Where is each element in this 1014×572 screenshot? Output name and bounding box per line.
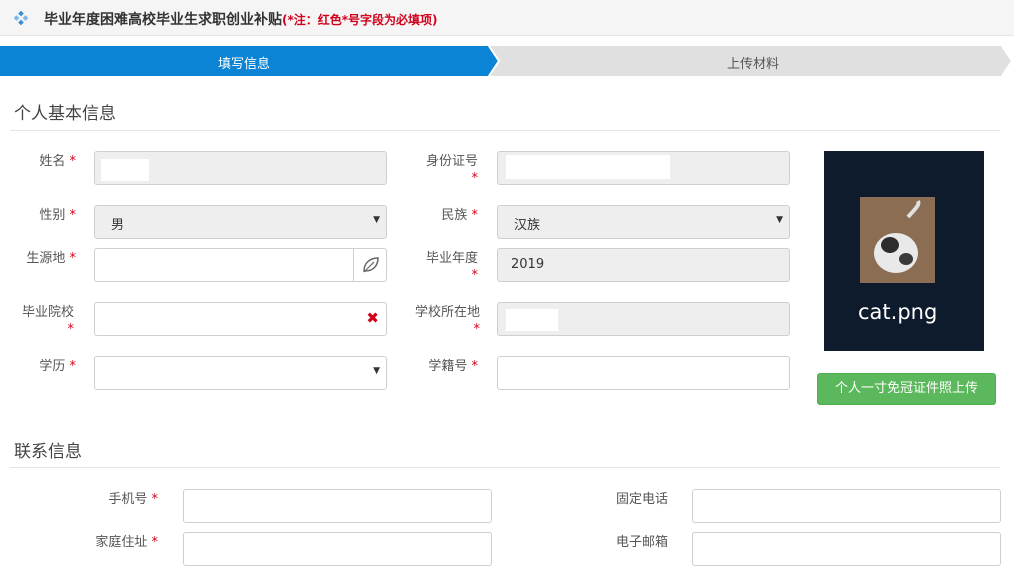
cat-image bbox=[860, 197, 935, 283]
step-progress: 填写信息 上传材料 bbox=[0, 46, 1014, 76]
education-label: 学历 * bbox=[39, 359, 76, 374]
redacted-value bbox=[101, 159, 149, 181]
id-number-label: 身份证号 * bbox=[425, 154, 478, 186]
student-no-label: 学籍号 * bbox=[428, 359, 478, 374]
phone-label: 固定电话 bbox=[615, 492, 668, 507]
address-field[interactable] bbox=[183, 532, 492, 566]
section-contact-title: 联系信息 bbox=[14, 442, 82, 462]
photo-filename: cat.png bbox=[858, 300, 938, 324]
email-field[interactable] bbox=[692, 532, 1001, 566]
grad-year-label: 毕业年度 * bbox=[425, 251, 478, 283]
origin-label: 生源地 * bbox=[26, 251, 76, 266]
name-field[interactable] bbox=[94, 151, 387, 185]
photo-upload-button[interactable]: 个人一寸免冠证件照上传 bbox=[817, 373, 996, 405]
ethnicity-value: 汉族 bbox=[514, 218, 541, 233]
page-title-text: 毕业年度困难高校毕业生求职创业补贴 bbox=[44, 12, 282, 28]
page-header: 毕业年度困难高校毕业生求职创业补贴(*注：红色*号字段为必填项) bbox=[0, 0, 1014, 36]
grad-year-field[interactable]: 2019 bbox=[497, 248, 790, 282]
education-select[interactable]: ▼ bbox=[94, 356, 387, 390]
region-picker-button[interactable] bbox=[353, 249, 386, 281]
page-title: 毕业年度困难高校毕业生求职创业补贴(*注：红色*号字段为必填项) bbox=[44, 9, 438, 29]
required-note: (*注：红色*号字段为必填项) bbox=[282, 13, 438, 27]
phone-field[interactable] bbox=[692, 489, 1001, 523]
step-upload-materials[interactable]: 上传材料 bbox=[727, 53, 779, 72]
leaf-icon bbox=[363, 257, 379, 273]
ethnicity-select[interactable]: 汉族 ▼ bbox=[497, 205, 790, 239]
chevron-down-icon: ▼ bbox=[373, 366, 380, 376]
id-number-field[interactable] bbox=[497, 151, 790, 185]
address-label: 家庭住址 * bbox=[95, 535, 158, 550]
name-label: 姓名 * bbox=[39, 154, 76, 169]
school-location-label: 学校所在地 * bbox=[414, 305, 480, 337]
cat-image-thumbnail bbox=[860, 197, 935, 283]
student-no-field[interactable] bbox=[497, 356, 790, 390]
section-divider bbox=[10, 130, 1000, 131]
step-arrows bbox=[0, 46, 1014, 76]
school-label: 毕业院校 * bbox=[21, 305, 74, 337]
diamond-cluster-icon bbox=[14, 11, 28, 25]
step-fill-info[interactable]: 填写信息 bbox=[218, 53, 270, 72]
redacted-value bbox=[506, 155, 670, 179]
grad-year-value: 2019 bbox=[511, 257, 545, 272]
email-label: 电子邮箱 bbox=[615, 535, 668, 550]
id-photo-preview: cat.png bbox=[824, 151, 984, 351]
origin-field[interactable] bbox=[94, 248, 387, 282]
gender-select[interactable]: 男 ▼ bbox=[94, 205, 387, 239]
mobile-field[interactable] bbox=[183, 489, 492, 523]
school-field[interactable]: ✖ bbox=[94, 302, 387, 336]
gender-value: 男 bbox=[111, 218, 125, 233]
error-x-icon: ✖ bbox=[366, 309, 379, 327]
mobile-label: 手机号 * bbox=[108, 492, 158, 507]
chevron-down-icon: ▼ bbox=[776, 215, 783, 225]
school-location-field[interactable] bbox=[497, 302, 790, 336]
section-personal-title: 个人基本信息 bbox=[14, 104, 116, 124]
ethnicity-label: 民族 * bbox=[441, 208, 478, 223]
chevron-down-icon: ▼ bbox=[373, 215, 380, 225]
redacted-value bbox=[506, 309, 558, 331]
gender-label: 性别 * bbox=[39, 208, 76, 223]
section-divider bbox=[10, 467, 1000, 468]
